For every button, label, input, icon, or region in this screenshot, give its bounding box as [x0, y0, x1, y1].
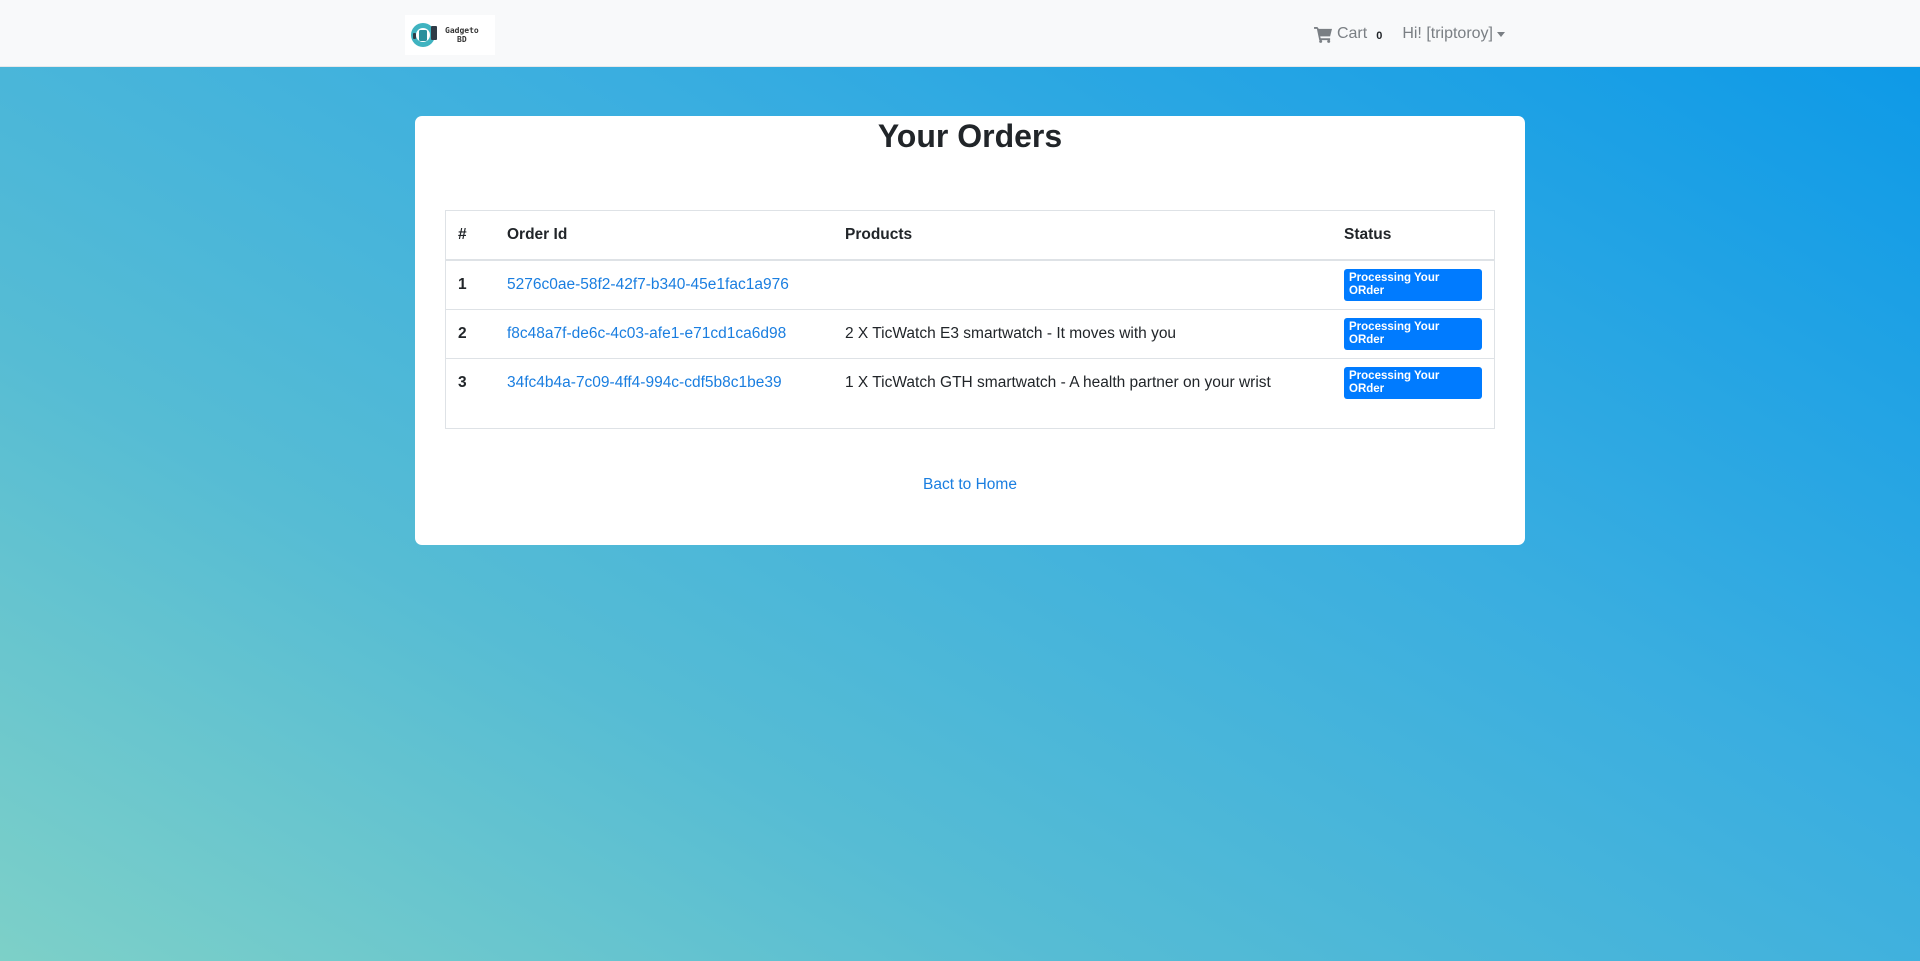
cart-link[interactable]: Cart 0	[1314, 25, 1382, 43]
brand-logo[interactable]: Gadgeto BD	[405, 15, 495, 55]
status-badge: Processing Your ORder	[1344, 317, 1482, 350]
shopping-cart-icon	[1314, 26, 1332, 43]
status-badge: Processing Your ORder	[1344, 366, 1482, 399]
gadget-logo-icon	[411, 23, 437, 47]
cart-count-badge: 0	[1376, 29, 1383, 42]
order-id-cell: f8c48a7f-de6c-4c03-afe1-e71cd1ca6d98	[495, 309, 833, 359]
products-cell	[833, 260, 1332, 310]
cart-label: Cart	[1336, 25, 1368, 42]
status-badge: Processing Your ORder	[1344, 268, 1482, 301]
brand-text-line1: Gadgeto	[445, 26, 479, 35]
orders-table: # Order Id Products Status 1 5276c0ae-58…	[446, 211, 1494, 407]
top-navbar: Gadgeto BD Cart 0 Hi! [triptoroy]	[0, 0, 1920, 67]
orders-table-container: # Order Id Products Status 1 5276c0ae-58…	[445, 210, 1495, 429]
table-row: 1 5276c0ae-58f2-42f7-b340-45e1fac1a976 P…	[446, 260, 1494, 310]
back-to-home-link[interactable]: Bact to Home	[923, 476, 1017, 493]
orders-card: Your Orders # Order Id Products Status 1…	[415, 116, 1525, 545]
user-greeting: Hi! [triptoroy]	[1402, 25, 1493, 42]
row-index: 1	[446, 260, 495, 310]
order-id-link[interactable]: 34fc4b4a-7c09-4ff4-994c-cdf5b8c1be39	[507, 374, 782, 391]
home-link-wrap: Bact to Home	[415, 476, 1525, 494]
table-row: 3 34fc4b4a-7c09-4ff4-994c-cdf5b8c1be39 1…	[446, 358, 1494, 407]
status-cell: Processing Your ORder	[1332, 309, 1494, 359]
user-dropdown-toggle[interactable]: Hi! [triptoroy]	[1402, 25, 1505, 43]
navbar-right: Cart 0 Hi! [triptoroy]	[1314, 22, 1505, 46]
page-title: Your Orders	[877, 118, 1063, 154]
header-products: Products	[833, 211, 1332, 261]
caret-down-icon	[1497, 32, 1505, 37]
products-cell: 2 X TicWatch E3 smartwatch - It moves wi…	[833, 309, 1332, 359]
status-cell: Processing Your ORder	[1332, 358, 1494, 407]
products-cell: 1 X TicWatch GTH smartwatch - A health p…	[845, 373, 1271, 391]
brand-text-line2: BD	[457, 35, 467, 44]
header-index: #	[446, 211, 495, 261]
order-id-cell: 5276c0ae-58f2-42f7-b340-45e1fac1a976	[495, 260, 833, 310]
brand-text: Gadgeto BD	[445, 26, 479, 44]
table-row: 2 f8c48a7f-de6c-4c03-afe1-e71cd1ca6d98 2…	[446, 309, 1494, 359]
table-header-row: # Order Id Products Status	[446, 211, 1494, 261]
title-wrap: Your Orders	[415, 116, 1525, 155]
header-order-id: Order Id	[495, 211, 833, 261]
row-index: 3	[458, 373, 467, 391]
order-id-link[interactable]: f8c48a7f-de6c-4c03-afe1-e71cd1ca6d98	[507, 325, 786, 342]
order-id-link[interactable]: 5276c0ae-58f2-42f7-b340-45e1fac1a976	[507, 276, 789, 293]
order-id-cell: 34fc4b4a-7c09-4ff4-994c-cdf5b8c1be39	[495, 358, 833, 407]
status-cell: Processing Your ORder	[1332, 260, 1494, 310]
row-index: 2	[446, 309, 495, 359]
header-status: Status	[1332, 211, 1494, 261]
